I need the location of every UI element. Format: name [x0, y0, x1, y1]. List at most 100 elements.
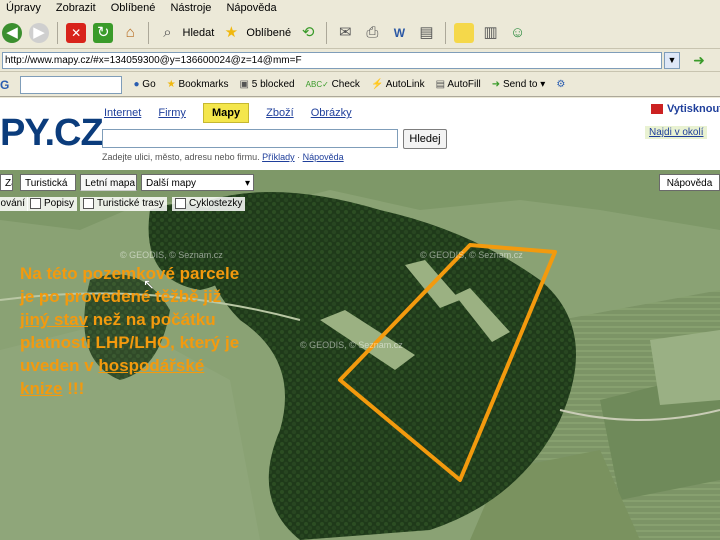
refresh-button[interactable]: ↻: [93, 21, 114, 45]
chevron-down-icon: ▾: [540, 79, 546, 90]
menu-item-edit[interactable]: Úpravy: [6, 0, 41, 16]
map-tab-more-maps[interactable]: Další mapy ▾: [141, 174, 254, 191]
annotation-text-part: než na počátku: [88, 310, 216, 329]
autofill-button[interactable]: ▤ AutoFill: [436, 73, 481, 96]
search-button-label: Hledat: [182, 27, 215, 40]
search-hint-text: Zadejte ulici, město, adresu nebo firmu.: [102, 152, 260, 162]
sendto-button[interactable]: ➜ Send to ▾: [492, 73, 546, 96]
nearby-link[interactable]: Najdi v okolí: [645, 126, 708, 139]
nav-obrazky[interactable]: Obrázky: [311, 107, 352, 119]
google-logo-icon: G: [0, 78, 10, 92]
go-button[interactable]: ➜: [684, 53, 714, 68]
printer-icon: ⎙: [366, 24, 379, 42]
note-icon: [453, 23, 474, 44]
google-search-box[interactable]: [20, 76, 123, 94]
toolbar-separator: [148, 22, 150, 44]
messenger-icon: ☺: [510, 24, 526, 42]
history-button[interactable]: ⟲: [298, 21, 318, 45]
map-tab-basic[interactable]: Zákl: [0, 174, 13, 191]
checkbox-shading-label: Stínování: [0, 198, 25, 209]
menu-item-view[interactable]: Zobrazit: [56, 0, 96, 16]
edit-button[interactable]: W: [389, 21, 409, 45]
favorites-button-label: Oblíbené: [246, 27, 292, 40]
refresh-icon: ↻: [93, 23, 114, 44]
blocked-count-label: 5 blocked: [251, 79, 295, 90]
annotation-underlined: hospodářské: [98, 356, 205, 375]
bookmarks-button[interactable]: ★ Bookmarks: [167, 73, 229, 96]
stop-icon: ✕: [66, 23, 87, 44]
map-help-tab[interactable]: Nápověda: [659, 174, 720, 191]
autolink-icon: ⚡: [371, 79, 384, 90]
annotation-underlined: jiný stav: [20, 310, 89, 329]
annotation-text: Na této pozemkové parcele je po proveden…: [20, 262, 340, 400]
toolbar-separator: [57, 22, 59, 44]
research-button[interactable]: ▥: [481, 21, 501, 45]
bookmarks-label: Bookmarks: [178, 79, 229, 90]
home-icon: ⌂: [125, 24, 135, 42]
research-icon: ▥: [483, 24, 498, 42]
map-tab-tourist[interactable]: Turistická: [20, 174, 76, 191]
notes-button[interactable]: [453, 21, 474, 45]
magnifier-icon: ⌕: [163, 24, 172, 42]
spellcheck-button[interactable]: ABC✓ Check: [305, 73, 360, 96]
annotation-text-part: !!!: [62, 379, 85, 398]
address-dropdown-button[interactable]: ▼: [664, 52, 680, 69]
back-arrow-icon: ◀: [2, 23, 22, 44]
sendto-label: Send to: [502, 79, 538, 90]
messenger-button[interactable]: ☺: [508, 21, 528, 45]
toolbar-separator: [326, 22, 328, 44]
home-button[interactable]: ⌂: [120, 21, 140, 45]
abc-check-icon: ABC✓: [305, 80, 329, 89]
checkbox-icon: [30, 197, 41, 209]
go-arrow-icon: ➜: [693, 52, 705, 68]
checkbox-icon: [83, 197, 94, 209]
checkbox-labels[interactable]: Popisy: [27, 197, 78, 211]
discuss-button[interactable]: ▤: [416, 21, 436, 45]
favorites-button[interactable]: ★ Oblíbené: [221, 21, 291, 45]
google-go-button[interactable]: ● Go: [133, 73, 156, 96]
nav-mapy[interactable]: Mapy: [202, 103, 250, 123]
site-logo[interactable]: PY.CZ: [0, 112, 104, 155]
print-button[interactable]: ⎙: [362, 21, 382, 45]
menu-item-favorites[interactable]: Oblíbené: [111, 0, 156, 16]
chevron-down-icon: ▼: [667, 55, 677, 65]
annotation-line: uveden v hospodářské: [20, 354, 340, 377]
checkbox-shading[interactable]: Stínování: [0, 197, 28, 211]
help-link[interactable]: Nápověda: [303, 152, 344, 162]
checkbox-bike-paths[interactable]: Cyklostezky: [172, 197, 246, 211]
checkbox-icon: [175, 197, 186, 209]
site-nav: Internet Firmy Mapy Zboží Obrázky: [104, 103, 366, 123]
more-maps-label: Další mapy: [146, 178, 197, 189]
mail-button[interactable]: ✉: [335, 21, 355, 45]
annotation-line: je po provedené těžbě již: [20, 287, 222, 306]
stop-button[interactable]: ✕: [66, 21, 87, 45]
examples-link[interactable]: Příklady: [262, 152, 295, 162]
google-go-label: Go: [142, 79, 156, 90]
nav-internet[interactable]: Internet: [104, 107, 141, 119]
map-search-button[interactable]: Hledej: [403, 129, 447, 149]
star-icon: ★: [224, 24, 239, 42]
nav-firmy[interactable]: Firmy: [158, 107, 186, 119]
autolink-label: AutoLink: [385, 79, 425, 90]
checkbox-tourist-routes-label: Turistické trasy: [97, 198, 164, 209]
menu-item-tools[interactable]: Nástroje: [170, 0, 211, 16]
map-watermark: © GEODIS, © Seznam.cz: [120, 250, 223, 260]
menu-item-help[interactable]: Nápověda: [226, 0, 276, 16]
back-button[interactable]: ◀: [2, 21, 22, 45]
address-input[interactable]: http://www.mapy.cz/#x=134059300@y=136600…: [2, 52, 662, 69]
settings-icon[interactable]: ⚙: [556, 73, 565, 96]
nav-zbozi[interactable]: Zboží: [266, 107, 294, 119]
popup-blocker-button[interactable]: ▣ 5 blocked: [240, 73, 295, 96]
autolink-button[interactable]: ⚡ AutoLink: [371, 73, 425, 96]
word-icon: W: [393, 26, 406, 41]
print-link[interactable]: Vytisknout: [651, 103, 720, 115]
discuss-icon: ▤: [419, 24, 434, 42]
map-search-input[interactable]: [102, 129, 398, 148]
search-button[interactable]: ⌕ Hledat: [157, 21, 214, 45]
envelope-icon: ✉: [338, 24, 352, 42]
checkbox-tourist-routes[interactable]: Turistické trasy: [80, 197, 167, 211]
toolbar-separator: [444, 22, 446, 44]
forward-button[interactable]: ▶: [29, 21, 50, 45]
chevron-down-icon: ▾: [244, 178, 250, 189]
map-tab-summer[interactable]: Letní mapa: [80, 174, 137, 191]
